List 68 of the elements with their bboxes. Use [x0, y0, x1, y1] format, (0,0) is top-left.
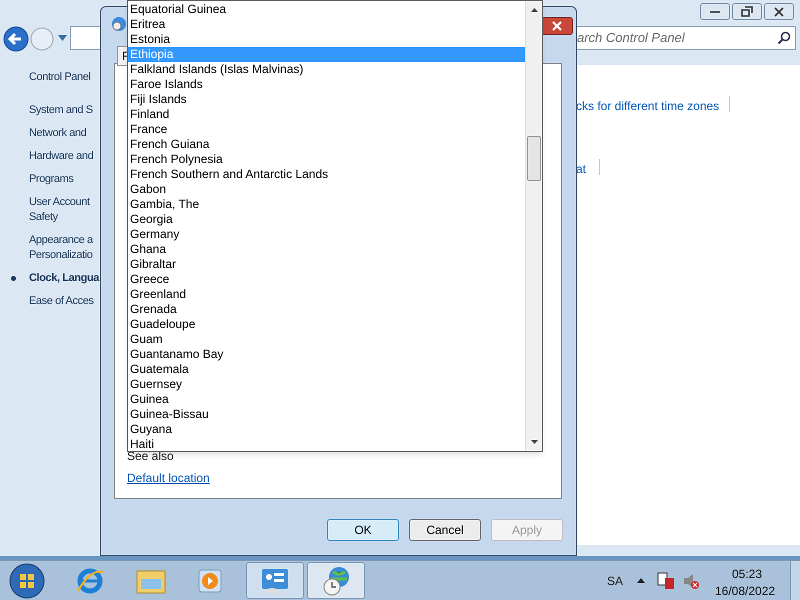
close-button[interactable]: [764, 3, 794, 20]
list-item[interactable]: Greece: [128, 272, 525, 287]
list-item[interactable]: Fiji Islands: [128, 92, 525, 107]
list-item[interactable]: Gambia, The: [128, 197, 525, 212]
sidebar-link[interactable]: Clock, Langua: [0, 271, 100, 286]
back-icon[interactable]: [3, 26, 29, 52]
list-item[interactable]: Ghana: [128, 242, 525, 257]
sidebar-link[interactable]: Hardware and: [0, 149, 100, 164]
restore-icon: [741, 6, 753, 17]
list-item[interactable]: Guyana: [128, 422, 525, 437]
scrollbar-thumb[interactable]: [527, 136, 541, 181]
taskbar-button[interactable]: [246, 562, 304, 599]
list-item[interactable]: Eritrea: [128, 17, 525, 32]
list-item[interactable]: Finland: [128, 107, 525, 122]
list-item[interactable]: Estonia: [128, 32, 525, 47]
sidebar-link[interactable]: User Account Safety: [0, 195, 100, 225]
list-item[interactable]: Faroe Islands: [128, 77, 525, 92]
sidebar-link[interactable]: Control Panel: [0, 70, 100, 85]
link[interactable]: Default location: [127, 469, 210, 487]
list-item[interactable]: French Southern and Antarctic Lands: [128, 167, 525, 182]
list-item[interactable]: France: [128, 122, 525, 137]
list-item[interactable]: Gibraltar: [128, 257, 525, 272]
sidebar-link[interactable]: Network and: [0, 126, 100, 141]
list-item[interactable]: Guatemala: [128, 362, 525, 377]
close-icon: [551, 21, 563, 31]
sidebar-link[interactable]: Appearance a Personalizatio: [0, 233, 100, 263]
list-item[interactable]: Guernsey: [128, 377, 525, 392]
list-item[interactable]: Grenada: [128, 302, 525, 317]
close-button[interactable]: [541, 17, 573, 35]
list-item[interactable]: Germany: [128, 227, 525, 242]
dialog-button[interactable]: Cancel: [409, 519, 481, 541]
clock-time[interactable]: 05:23: [732, 565, 762, 583]
list-item[interactable]: Equatorial Guinea: [128, 2, 525, 17]
speaker-muted-icon[interactable]: [682, 572, 700, 590]
list-item[interactable]: Greenland: [128, 287, 525, 302]
list-item[interactable]: Gabon: [128, 182, 525, 197]
link[interactable]: at: [576, 160, 586, 178]
clock-date[interactable]: 16/08/2022: [715, 582, 776, 600]
list-item[interactable]: Falkland Islands (Islas Malvinas): [128, 62, 525, 77]
tray-arrow-icon[interactable]: [637, 578, 645, 583]
list-item[interactable]: Guadeloupe: [128, 317, 525, 332]
scrollbar[interactable]: [525, 1, 542, 451]
list-item[interactable]: French Guiana: [128, 137, 525, 152]
close-icon: [774, 6, 784, 16]
restore-button[interactable]: [732, 3, 762, 20]
search-icon[interactable]: [777, 31, 791, 45]
control-panel-icon: [260, 566, 290, 594]
sidebar-link[interactable]: Ease of Acces: [0, 294, 100, 309]
list-item[interactable]: Guinea-Bissau: [128, 407, 525, 422]
sidebar-link[interactable]: System and S: [0, 103, 100, 118]
network-error-icon[interactable]: [657, 572, 675, 590]
dialog-button[interactable]: OK: [327, 519, 399, 541]
scroll-up-icon[interactable]: [531, 8, 538, 12]
link[interactable]: cks for different time zones: [576, 97, 720, 115]
list-item[interactable]: Guantanamo Bay: [128, 347, 525, 362]
scroll-down-icon[interactable]: [531, 440, 538, 444]
media-player-icon[interactable]: [196, 567, 224, 595]
dropdown-arrow-icon[interactable]: [58, 35, 67, 41]
bullet-icon: [11, 276, 16, 281]
list-item[interactable]: Georgia: [128, 212, 525, 227]
list-item[interactable]: French Polynesia: [128, 152, 525, 167]
start-button-icon[interactable]: [9, 563, 45, 599]
sidebar-link[interactable]: Programs: [0, 172, 100, 187]
list-item[interactable]: Guinea: [128, 392, 525, 407]
list-item[interactable]: Guam: [128, 332, 525, 347]
dropdown-list[interactable]: [127, 0, 543, 452]
taskbar-button[interactable]: [307, 562, 365, 599]
language-indicator[interactable]: SA: [607, 572, 624, 590]
